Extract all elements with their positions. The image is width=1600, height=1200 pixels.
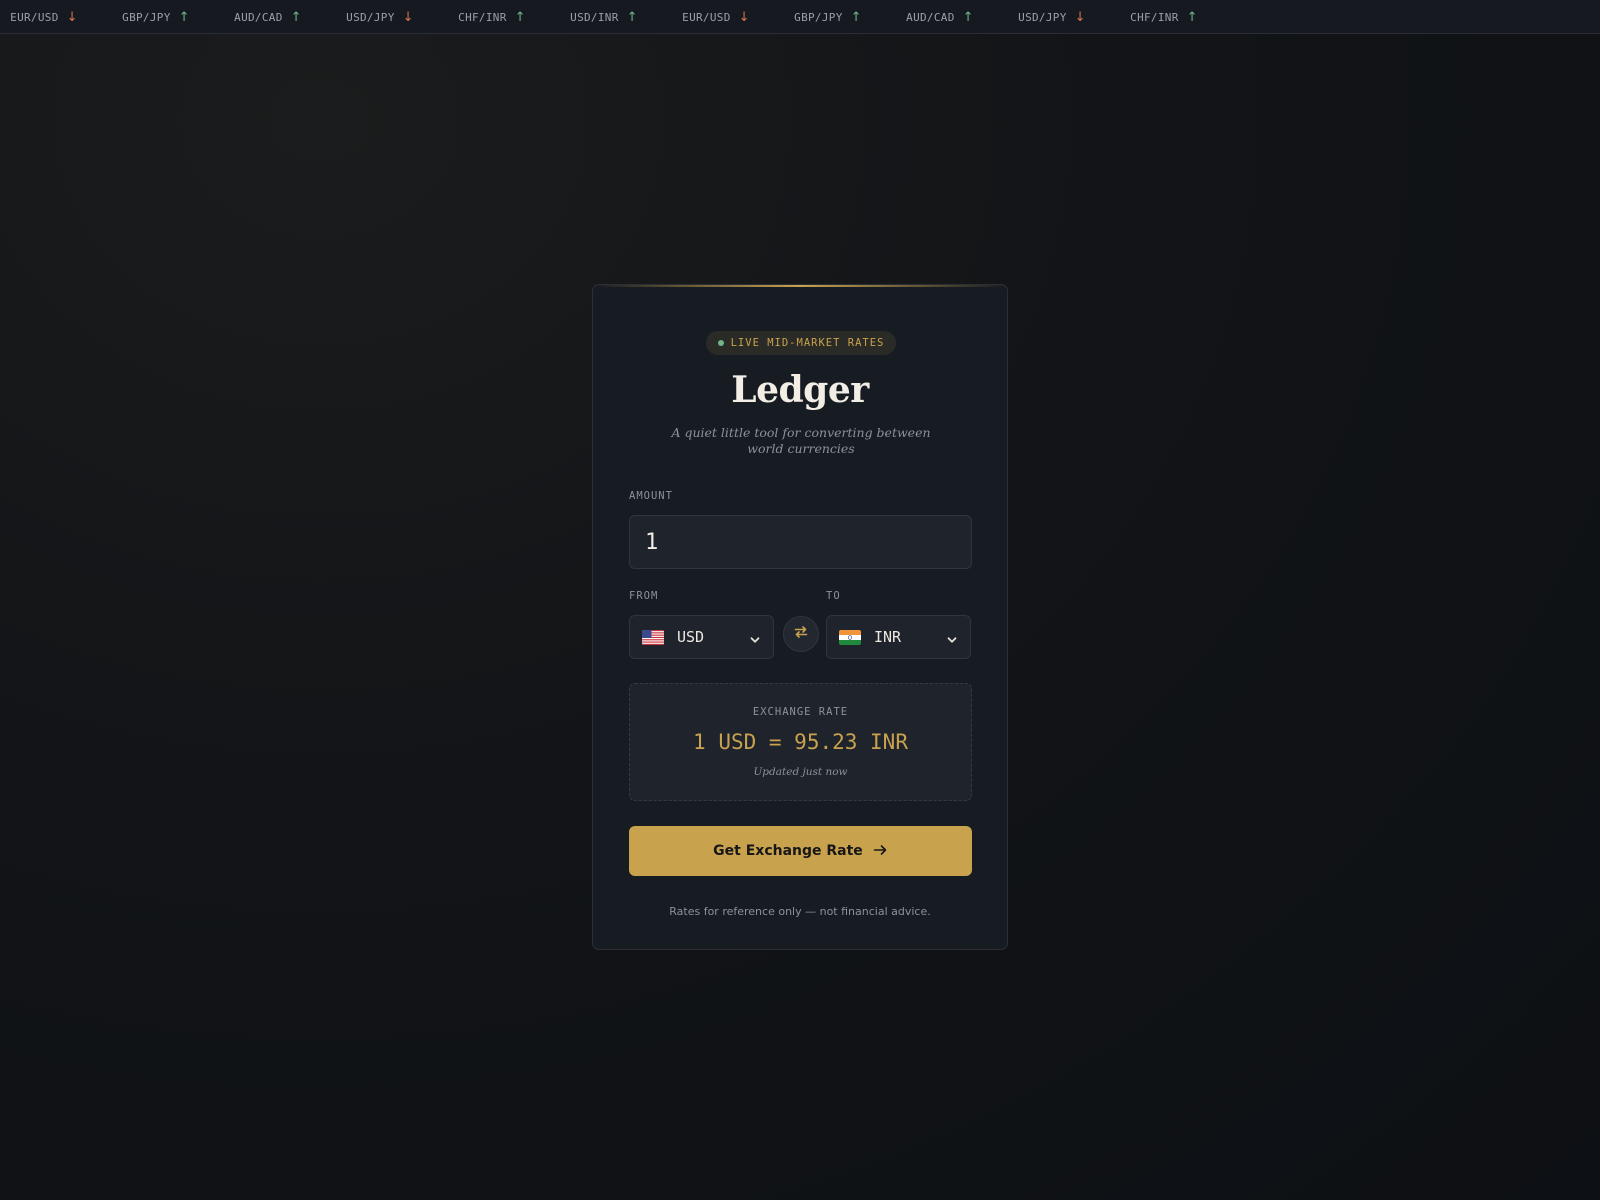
- arrow-down-icon: ↓: [66, 9, 78, 25]
- app-title: Ledger: [731, 369, 869, 411]
- ticker-item: GBP/JPY ↑: [772, 10, 884, 25]
- arrow-down-icon: ↓: [402, 9, 414, 25]
- ticker-pair: AUD/CAD: [906, 10, 955, 24]
- ticker-item: USD/INR ↑: [548, 10, 660, 25]
- ticker-pair: AUD/CAD: [234, 10, 283, 24]
- arrow-up-icon: ↑: [626, 9, 638, 25]
- arrow-up-icon: ↑: [178, 9, 190, 25]
- ticker-track: EUR/USD ↓ GBP/JPY ↑ AUD/CAD ↑ USD/JPY ↓ CHF/INR ↑…: [0, 0, 1220, 33]
- ticker-item: EUR/USD ↓: [0, 10, 100, 25]
- badge-text: LIVE MID-MARKET RATES: [730, 337, 885, 349]
- amount-label: AMOUNT: [629, 490, 673, 502]
- exchange-rate-value: 1 USD = 95.23 INR: [693, 730, 908, 754]
- arrow-up-icon: ↑: [850, 9, 862, 25]
- from-label: FROM: [629, 590, 659, 602]
- cta-label: Get Exchange Rate: [713, 843, 863, 859]
- us-flag-icon: [642, 629, 664, 645]
- arrow-down-icon: ↓: [738, 9, 750, 25]
- ticker-pair: CHF/INR: [458, 10, 507, 24]
- ticker-item: CHF/INR ↑: [436, 10, 548, 25]
- to-currency-select[interactable]: INR: [826, 615, 971, 659]
- ticker-pair: GBP/JPY: [122, 10, 171, 24]
- live-rates-badge: LIVE MID-MARKET RATES: [706, 331, 896, 355]
- arrow-up-icon: ↑: [514, 9, 526, 25]
- chevron-down-icon: [946, 631, 958, 643]
- amount-input[interactable]: [629, 515, 972, 569]
- arrow-up-icon: ↑: [290, 9, 302, 25]
- ticker-pair: EUR/USD: [10, 10, 59, 24]
- arrow-up-icon: ↑: [1186, 9, 1198, 25]
- app-subtitle: A quiet little tool for converting betwe…: [671, 425, 931, 456]
- ticker-pair: USD/INR: [570, 10, 619, 24]
- arrow-up-icon: ↑: [962, 9, 974, 25]
- ticker-item: EUR/USD ↓: [660, 10, 772, 25]
- ticker-pair: USD/JPY: [1018, 10, 1067, 24]
- ticker-item: GBP/JPY ↑: [100, 10, 212, 25]
- to-currency-code: INR: [874, 628, 902, 646]
- swap-currencies-button[interactable]: [783, 616, 819, 652]
- ticker-item: AUD/CAD ↑: [212, 10, 324, 25]
- from-currency-select[interactable]: USD: [629, 615, 774, 659]
- ticker-pair: GBP/JPY: [794, 10, 843, 24]
- india-flag-icon: [839, 629, 861, 645]
- arrow-down-icon: ↓: [1074, 9, 1086, 25]
- ticker-item: CHF/INR ↑: [1108, 10, 1220, 25]
- get-exchange-rate-button[interactable]: Get Exchange Rate: [629, 826, 972, 876]
- rate-ticker: EUR/USD ↓ GBP/JPY ↑ AUD/CAD ↑ USD/JPY ↓ CHF/INR ↑…: [0, 0, 1600, 34]
- disclaimer-text: Rates for reference only — not financial…: [669, 905, 931, 918]
- rate-updated-text: Updated just now: [753, 766, 848, 778]
- chevron-down-icon: [749, 631, 761, 643]
- exchange-rate-label: EXCHANGE RATE: [752, 706, 849, 718]
- exchange-rate-panel: EXCHANGE RATE 1 USD = 95.23 INR Updated …: [629, 683, 972, 801]
- swap-arrows-icon: [793, 624, 809, 644]
- ticker-item: AUD/CAD ↑: [884, 10, 996, 25]
- ticker-pair: EUR/USD: [682, 10, 731, 24]
- converter-card: LIVE MID-MARKET RATES Ledger A quiet lit…: [592, 284, 1008, 950]
- ticker-pair: USD/JPY: [346, 10, 395, 24]
- card-accent-line: [593, 285, 1007, 287]
- arrow-right-icon: [873, 843, 888, 860]
- to-label: TO: [826, 590, 841, 602]
- ticker-pair: CHF/INR: [1130, 10, 1179, 24]
- live-status-dot-icon: [717, 340, 724, 346]
- ticker-item: USD/JPY ↓: [324, 10, 436, 25]
- ticker-item: USD/JPY ↓: [996, 10, 1108, 25]
- from-currency-code: USD: [677, 628, 705, 646]
